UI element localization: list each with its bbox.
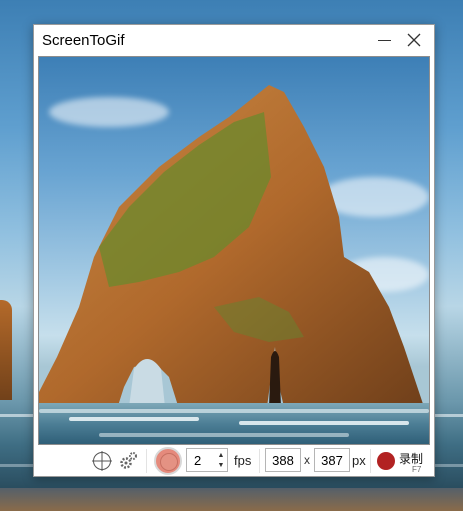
record-mode-icon: [160, 453, 178, 471]
record-button[interactable]: 录制 F7: [374, 447, 430, 475]
fps-stepper[interactable]: 2 ▲ ▼: [186, 448, 228, 472]
toolbar-separator: [146, 449, 147, 473]
scene-sea: [39, 403, 429, 444]
record-shortcut: F7: [412, 465, 422, 474]
record-mode-toggle[interactable]: [154, 447, 182, 475]
width-field[interactable]: 388: [265, 448, 301, 472]
toolbar-separator: [370, 449, 371, 473]
minimize-icon: [377, 39, 391, 41]
record-icon: [377, 452, 395, 470]
rock-arch: [39, 85, 424, 409]
fps-up-icon[interactable]: ▲: [215, 450, 227, 460]
wallpaper-rock: [0, 300, 12, 410]
toolbar-separator: [259, 449, 260, 473]
fps-value[interactable]: 2: [194, 453, 201, 468]
minimize-button[interactable]: [371, 28, 397, 52]
title-bar[interactable]: ScreenToGif: [34, 25, 434, 56]
crosshair-icon[interactable]: [92, 451, 112, 471]
fps-down-icon[interactable]: ▼: [215, 460, 227, 470]
close-button[interactable]: [401, 28, 427, 52]
height-field[interactable]: 387: [314, 448, 350, 472]
px-label: px: [352, 453, 366, 468]
gear-icon[interactable]: [118, 451, 138, 471]
close-icon: [407, 33, 421, 47]
recorder-toolbar: 2 ▲ ▼ fps 388 x 387 px 录制 F7: [34, 445, 434, 476]
wallpaper-beach: [0, 488, 463, 511]
fps-label: fps: [234, 453, 252, 468]
capture-area: [38, 56, 430, 445]
recorder-window: ScreenToGif 2 ▲ ▼ fps 388 x 387 px 录制 F7: [33, 24, 435, 477]
dimension-separator: x: [304, 453, 310, 467]
window-title: ScreenToGif: [42, 32, 125, 49]
